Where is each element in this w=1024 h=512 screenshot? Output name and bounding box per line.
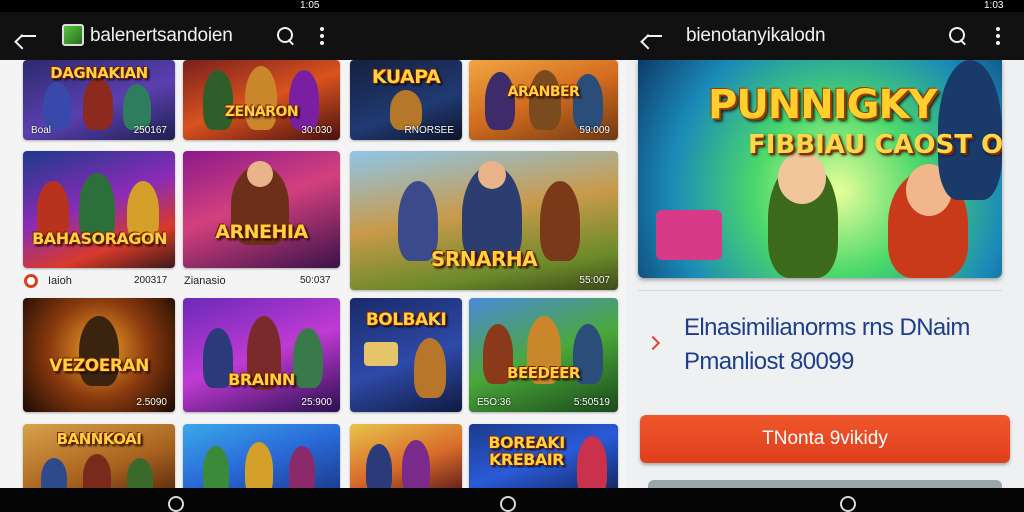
status-time: 1:03 [984,0,1004,11]
game-count: 25:900 [301,397,332,408]
status-bar-right: 1:03 [626,0,1024,12]
game-tile[interactable]: BRAINN 25:900 [183,298,340,412]
game-count: 55:007 [579,275,610,286]
more-vert-icon[interactable] [996,27,1000,45]
game-title: DAGNAKIAN [50,64,148,82]
description-line: Pmanliost 80099 [684,348,854,375]
game-count-label: 200317 [134,275,168,286]
more-vert-icon[interactable] [320,27,324,45]
game-tile[interactable] [183,424,340,488]
game-count-label: 50:037 [300,275,331,286]
game-title: BAHASORAGON [32,229,166,248]
game-count: 30:030 [301,125,332,136]
game-tile[interactable] [350,424,462,488]
game-title: BRAINN [228,370,295,389]
game-badge-icon [24,274,38,288]
app-bar-right: bienotanyikalodn [626,12,1024,60]
banner-title: PUNNIGKY [708,82,937,128]
screen: 1:05 1:03 balenertsandoien bienotanyikal… [0,0,1024,512]
status-bar-left: 1:05 [0,0,340,12]
status-time: 1:05 [300,0,320,11]
home-circle-icon[interactable] [500,496,516,512]
game-title: ZENARON [224,104,299,120]
game-detail-panel: PUNNIGKY FIBBIAU CAOST OIS Elnasimiliano… [626,60,1024,500]
game-tile[interactable]: ARANBER 59:009 [469,60,618,140]
game-tile[interactable]: ARNEHIA [183,151,340,268]
game-title: KUAPA [371,66,441,88]
game-tile[interactable]: BANNKOAI [23,424,175,488]
game-title: BEEDEER [507,364,580,382]
search-icon[interactable] [948,26,968,46]
game-count: 59:009 [579,125,610,136]
game-title: ARANBER [507,84,580,100]
banner-subtitle: FIBBIAU CAOST OIS [748,130,1002,160]
game-count: 2.5090 [136,397,167,408]
game-name-label: Zianasio [184,275,226,287]
game-count: 250167 [133,125,167,136]
game-banner: PUNNIGKY FIBBIAU CAOST OIS [638,60,1002,278]
app-bar-left: balenertsandoien [0,12,626,60]
game-count: RNORSEE [404,125,454,136]
game-meta: E5O:36 [477,397,511,408]
game-tile[interactable]: BAHASORAGON [23,151,175,268]
game-name-label: Iaioh [48,275,72,287]
home-circle-icon[interactable] [840,496,856,512]
game-tile[interactable]: SRNARHA 55:007 [350,151,618,290]
status-bar-middle [340,0,626,12]
game-tile[interactable]: DAGNAKIAN Boal 250167 [23,60,175,140]
play-button[interactable]: TNonta 9vikidy [640,415,1010,463]
game-tile[interactable]: KUAPA RNORSEE [350,60,462,140]
home-circle-icon[interactable] [168,496,184,512]
search-icon[interactable] [276,26,296,46]
game-title: BOLBAKI [365,310,447,330]
game-title: BOREAKI KREBAIR [488,434,565,468]
game-tile[interactable]: BEEDEER E5O:36 5:50519 [469,298,618,412]
game-tile[interactable]: VEZOERAN 2.5090 [23,298,175,412]
app-logo-icon [62,24,84,46]
back-arrow-icon[interactable] [19,27,37,45]
game-grid: DAGNAKIAN Boal 250167 ZENARON 30:030 KUA… [0,60,626,488]
game-title: BANNKOAI [56,430,142,448]
game-tile[interactable]: BOLBAKI [350,298,462,412]
divider [638,290,1002,291]
system-nav-bar [0,488,1024,512]
game-title: ARNEHIA [215,221,308,243]
back-arrow-icon[interactable] [645,27,663,45]
game-tile[interactable]: BOREAKI KREBAIR [469,424,618,488]
app-title: bienotanyikalodn [686,25,826,46]
chevron-right-icon[interactable] [645,335,661,351]
app-title: balenertsandoien [90,25,233,46]
game-count: 5:50519 [573,397,610,408]
game-meta: Boal [31,125,52,136]
game-title: SRNARHA [430,247,538,271]
game-tile[interactable]: ZENARON 30:030 [183,60,340,140]
game-title: VEZOERAN [49,356,149,376]
description-line: Elnasimilianorms rns DNaim [684,314,970,341]
